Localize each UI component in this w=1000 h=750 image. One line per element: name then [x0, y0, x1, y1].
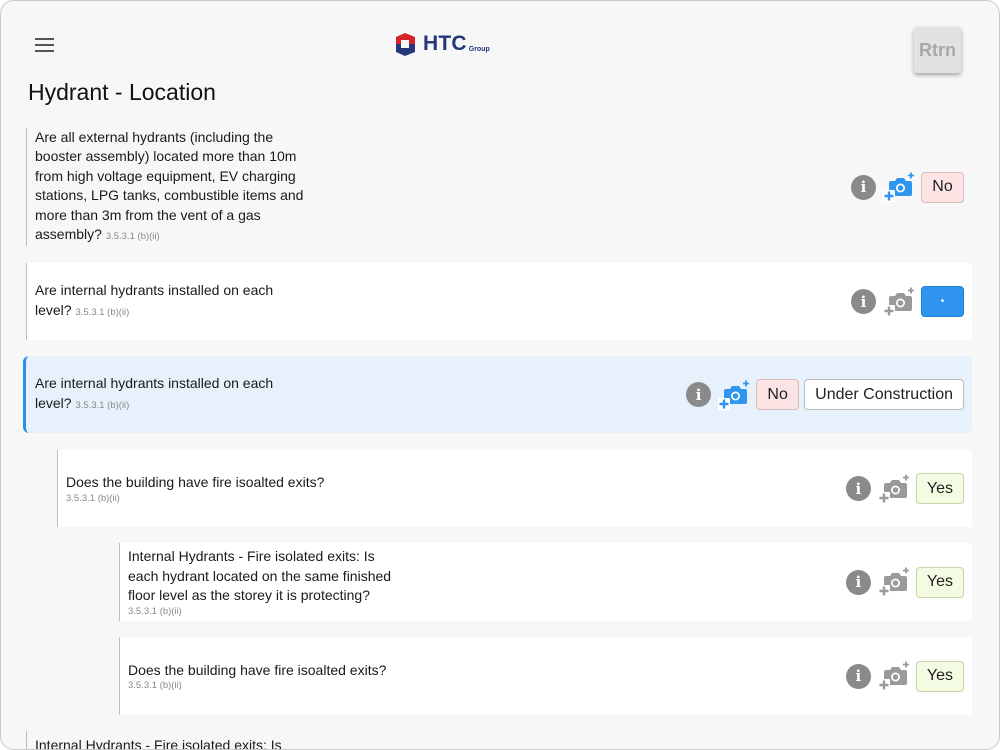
htc-logo: HTC Group [392, 29, 490, 59]
add-photo-icon[interactable] [877, 566, 911, 598]
info-icon[interactable]: i [845, 476, 871, 501]
question-reference: 3.5.3.1 (b)(ii) [105, 231, 160, 242]
answer-pending-button[interactable]: • [921, 286, 964, 317]
answer-controls: i Yes [845, 660, 964, 692]
answer-controls: i Yes [845, 473, 964, 505]
question-text: Does the building have fire isoalted exi… [66, 474, 325, 491]
question-reference: 3.5.3.1 (b)(ii) [66, 492, 120, 504]
answer-yes-button[interactable]: Yes [915, 473, 964, 504]
question-text: Are internal hydrants installed on each … [35, 375, 274, 411]
add-photo-icon[interactable] [877, 473, 911, 505]
answer-no-button[interactable]: No [756, 379, 800, 410]
question-text: Does the building have fire isoalted exi… [128, 661, 387, 678]
logo-subtext: Group [468, 45, 490, 53]
info-icon[interactable]: i [851, 174, 876, 200]
info-icon[interactable]: i [845, 569, 871, 595]
question-reference: 3.5.3.1 (b)(ii) [75, 399, 130, 411]
add-photo-icon[interactable] [882, 171, 916, 203]
answer-under-construction-button[interactable]: Under Construction [804, 379, 964, 410]
info-icon[interactable]: i [851, 289, 876, 314]
question-reference: 3.5.3.1 (b)(ii) [75, 306, 130, 318]
question-row: Are all external hydrants (including the… [26, 128, 972, 246]
info-icon[interactable]: i [845, 663, 871, 689]
return-button[interactable]: Rtrn [914, 27, 961, 73]
htc-logo-mark-icon [396, 33, 415, 56]
question-reference: 3.5.3.1 (b)(ii) [128, 680, 182, 692]
info-icon[interactable]: i [686, 382, 712, 407]
page-title: Hydrant - Location [28, 79, 216, 105]
hamburger-icon[interactable] [35, 38, 55, 52]
logo-text: HTC [423, 32, 467, 55]
answer-controls: i • [851, 286, 964, 318]
answer-yes-button[interactable]: Yes [915, 660, 964, 692]
add-photo-icon[interactable] [882, 286, 916, 318]
question-reference: 3.5.3.1 (b)(ii) [128, 605, 182, 617]
question-row: Are internal hydrants installed on each … [26, 263, 972, 340]
question-text: Are all external hydrants (including the… [35, 128, 304, 243]
question-row: Internal Hydrants - Fire isolated exits:… [119, 543, 972, 621]
app-screen: HTC Group Rtrn Hydrant - Location Are al… [0, 0, 1000, 750]
question-row: Does the building have fire isoalted exi… [119, 637, 972, 715]
answer-controls: i Yes [845, 566, 964, 598]
add-photo-icon[interactable] [717, 379, 751, 411]
question-text: Internal Hydrants - Fire isolated exits:… [35, 737, 282, 750]
answer-controls: i No Under Construction [686, 379, 964, 411]
add-photo-icon[interactable] [877, 660, 911, 692]
question-text: Internal Hydrants - Fire isolated exits:… [128, 548, 392, 604]
question-text: Are internal hydrants installed on each … [35, 282, 274, 318]
answer-yes-button[interactable]: Yes [915, 566, 964, 598]
question-row-selected: Are internal hydrants installed on each … [23, 356, 972, 433]
answer-no-button[interactable]: No [921, 171, 964, 203]
answer-controls: i No [851, 171, 964, 203]
question-row: Does the building have fire isoalted exi… [57, 450, 972, 527]
question-row: Internal Hydrants - Fire isolated exits:… [26, 731, 972, 750]
